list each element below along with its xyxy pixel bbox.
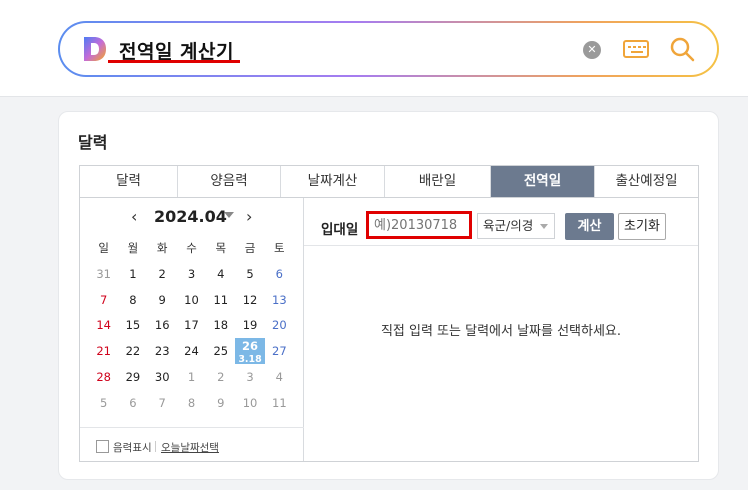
weekday-header: 일월화수목금토 [89,235,294,261]
calendar-day[interactable]: 10 [177,287,206,313]
branch-select-value: 육군/의경 [483,218,534,233]
calendar-card: 달력 달력 양음력 날짜계산 배란일 전역일 출산예정일 ‹ 2024.04 ›… [58,111,719,480]
calendar-day[interactable]: 25 [206,338,235,364]
calendar-day[interactable]: 8 [177,390,206,416]
calendar-day[interactable]: 3 [235,364,264,390]
tab-date-calc[interactable]: 날짜계산 [281,166,385,197]
calendar-day[interactable]: 1 [118,261,147,287]
calendar-day[interactable]: 6 [265,261,294,287]
calendar-grid: 일 월 화 수 목 금 토 31 1 2 3 4 5 6 7 8 9 10 11 12 13 14 15 16 17 18 19 20… [89,235,294,416]
card-title: 달력 [78,133,108,152]
calendar-day[interactable]: 14 [89,312,118,338]
weekday-label: 목 [215,241,227,255]
calendar-day[interactable]: 7 [89,287,118,313]
calendar-day[interactable]: 23 [148,338,177,364]
calendar-day[interactable]: 15 [118,312,147,338]
calendar-day[interactable]: 13 [265,287,294,313]
enlistment-date-input[interactable] [366,211,472,239]
calendar-day[interactable]: 18 [206,312,235,338]
calendar-day[interactable]: 20 [265,312,294,338]
calendar-day[interactable]: 2 [206,364,235,390]
month-label[interactable]: 2024.04 [154,207,227,226]
calendar-day[interactable]: 9 [148,287,177,313]
weekday-label: 일 [98,241,109,255]
calendar-day[interactable]: 30 [148,364,177,390]
calendar-day[interactable]: 11 [265,390,294,416]
calendar-day-today[interactable]: 26 3.18 [235,338,265,365]
calculate-button[interactable]: 계산 [565,213,614,240]
search-icon[interactable] [669,36,695,62]
lunar-checkbox-label[interactable]: 음력표시 [113,440,152,455]
instruction-message: 직접 입력 또는 달력에서 날짜를 선택하세요. [380,324,622,339]
calendar-day[interactable]: 4 [265,364,294,390]
lunar-checkbox[interactable] [96,440,109,453]
calendar-day[interactable]: 31 [89,261,118,287]
calendar-day[interactable]: 3 [177,261,206,287]
calendar-day[interactable]: 2 [148,261,177,287]
calendar-day[interactable]: 12 [235,287,264,313]
weekday-label: 월 [127,241,139,255]
daum-logo-icon [84,37,106,61]
calendar-day[interactable]: 16 [148,312,177,338]
calendar-day[interactable]: 22 [118,338,147,364]
calendar-day[interactable]: 8 [118,287,147,313]
enlistment-date-label: 입대일 [321,222,359,238]
weekday-label: 금 [244,241,256,255]
calendar-day[interactable]: 1 [177,364,206,390]
tab-ovulation[interactable]: 배란일 [385,166,491,197]
calendar-day[interactable]: 28 [89,364,118,390]
tab-discharge-date[interactable]: 전역일 [491,166,595,197]
today-day-number: 26 [242,339,259,354]
branch-select[interactable]: 육군/의경 [477,213,555,239]
enlistment-form: 입대일 육군/의경 계산 초기화 [304,198,698,246]
divider [155,441,156,452]
tab-bar: 달력 양음력 날짜계산 배란일 전역일 출산예정일 [79,165,699,198]
calendar-day[interactable]: 29 [118,364,147,390]
reset-button[interactable]: 초기화 [618,213,666,240]
month-dropdown-icon[interactable] [224,212,234,218]
calendar-day[interactable]: 19 [235,312,264,338]
tab-due-date[interactable]: 출산예정일 [595,166,698,197]
calendar-week: 21 22 23 24 25 26 3.18 27 [89,338,294,365]
calendar-week: 14 15 16 17 18 19 20 [89,312,294,338]
calendar-day[interactable]: 10 [235,390,264,416]
chevron-down-icon [540,224,548,229]
tab-panel: ‹ 2024.04 › 일 월 화 수 목 금 토 31 1 2 3 4 5 6 7 8 9 10 11 12 13 14… [79,198,699,462]
tab-calendar[interactable]: 달력 [80,166,178,197]
select-today-link[interactable]: 오늘날짜선택 [161,440,219,455]
query-underline [108,60,240,63]
calendar-day[interactable]: 21 [89,338,118,364]
calendar-week: 5 6 7 8 9 10 11 [89,390,294,416]
calendar-day[interactable]: 17 [177,312,206,338]
search-bar[interactable]: 전역일 계산기 ✕ [58,21,719,77]
calendar-day[interactable]: 27 [265,338,294,364]
calendar-day[interactable]: 7 [148,390,177,416]
prev-month-icon[interactable]: ‹ [131,207,137,226]
clear-icon[interactable]: ✕ [583,41,601,59]
mini-calendar: ‹ 2024.04 › 일 월 화 수 목 금 토 31 1 2 3 4 5 6 7 8 9 10 11 12 13 14… [80,198,304,461]
keyboard-icon[interactable] [623,40,649,58]
calendar-week: 28 29 30 1 2 3 4 [89,364,294,390]
calendar-footer: 음력표시 오늘날짜선택 [80,427,304,461]
calendar-day[interactable]: 11 [206,287,235,313]
calendar-week: 7 8 9 10 11 12 13 [89,287,294,313]
calendar-day[interactable]: 24 [177,338,206,364]
calendar-day[interactable]: 5 [235,261,264,287]
weekday-label: 화 [156,241,168,255]
calendar-day[interactable]: 6 [118,390,147,416]
calendar-day[interactable]: 4 [206,261,235,287]
next-month-icon[interactable]: › [246,207,252,226]
calendar-day[interactable]: 5 [89,390,118,416]
calendar-week: 31 1 2 3 4 5 6 [89,261,294,287]
weekday-label: 토 [274,241,285,255]
tab-lunar-solar[interactable]: 양음력 [178,166,281,197]
weekday-label: 수 [186,241,197,255]
calendar-day[interactable]: 9 [206,390,235,416]
search-header: 전역일 계산기 ✕ [0,0,748,97]
